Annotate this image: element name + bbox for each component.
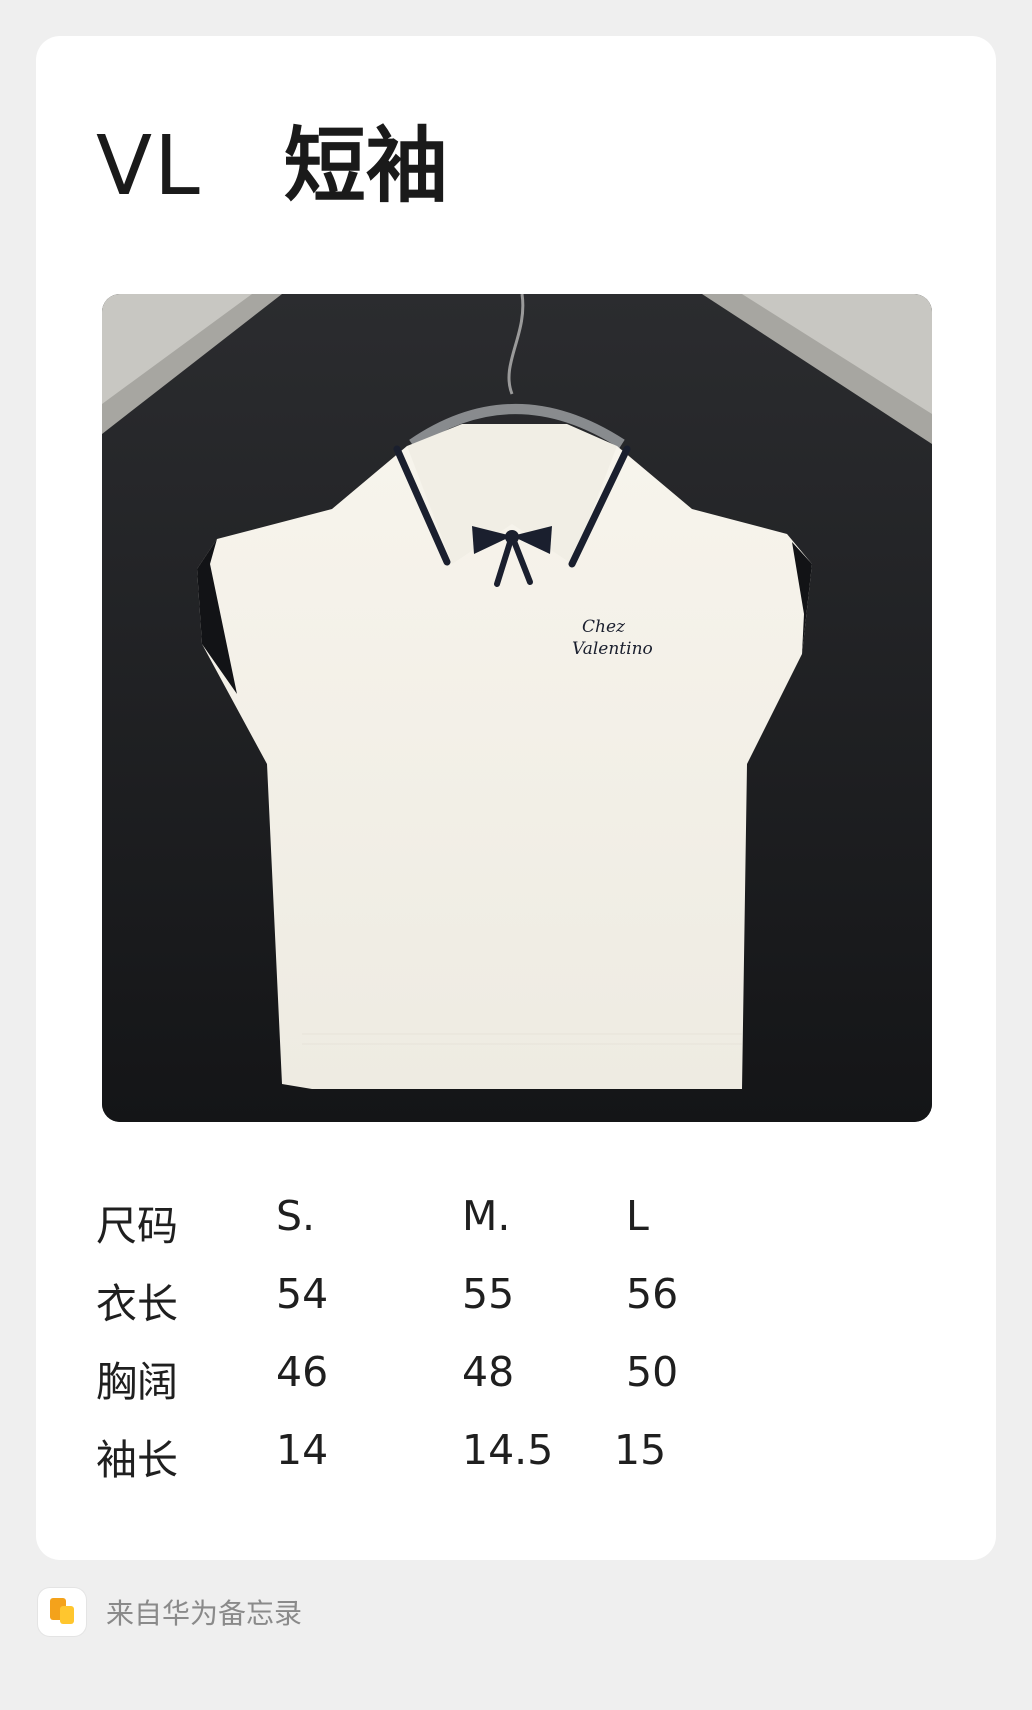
row-label: 胸阔 bbox=[96, 1358, 178, 1406]
value-l: 50 bbox=[626, 1348, 679, 1396]
note-title: VL 短袖 bbox=[96, 126, 448, 208]
title-brand: VL bbox=[96, 119, 202, 214]
source-text: 来自华为备忘录 bbox=[106, 1597, 303, 1630]
value-s: 46 bbox=[276, 1348, 329, 1396]
chest-row: 胸阔 46 48 50 bbox=[96, 1348, 796, 1426]
size-s: S. bbox=[276, 1192, 316, 1240]
shirt-body bbox=[197, 446, 812, 1089]
title-name: 短袖 bbox=[283, 119, 448, 214]
row-label: 尺码 bbox=[96, 1202, 178, 1250]
size-row: 尺码 S. M. L bbox=[96, 1192, 796, 1270]
source-footer: 来自华为备忘录 bbox=[38, 1588, 302, 1636]
value-m: 14.5 bbox=[462, 1426, 554, 1474]
garment-image: Chez Valentino bbox=[102, 294, 932, 1122]
value-m: 55 bbox=[462, 1270, 515, 1318]
length-row: 衣长 54 55 56 bbox=[96, 1270, 796, 1348]
row-label: 衣长 bbox=[96, 1280, 178, 1328]
embroidery-text-1: Chez bbox=[582, 617, 626, 637]
garment-photo[interactable]: Chez Valentino bbox=[102, 294, 932, 1122]
size-l: L bbox=[626, 1192, 649, 1240]
value-s: 14 bbox=[276, 1426, 329, 1474]
sleeve-row: 袖长 14 14.5 15 bbox=[96, 1426, 796, 1504]
value-l: 15 bbox=[614, 1426, 667, 1474]
note-card: VL 短袖 Chez Valentino 尺码 S. M. L 衣长 54 55… bbox=[36, 36, 996, 1560]
value-s: 54 bbox=[276, 1270, 329, 1318]
embroidery-text-2: Valentino bbox=[572, 639, 653, 659]
notes-app-icon bbox=[38, 1588, 86, 1636]
value-m: 48 bbox=[462, 1348, 515, 1396]
size-table: 尺码 S. M. L 衣长 54 55 56 胸阔 46 48 50 袖长 14… bbox=[96, 1192, 796, 1504]
value-l: 56 bbox=[626, 1270, 679, 1318]
row-label: 袖长 bbox=[96, 1436, 178, 1484]
size-m: M. bbox=[462, 1192, 511, 1240]
